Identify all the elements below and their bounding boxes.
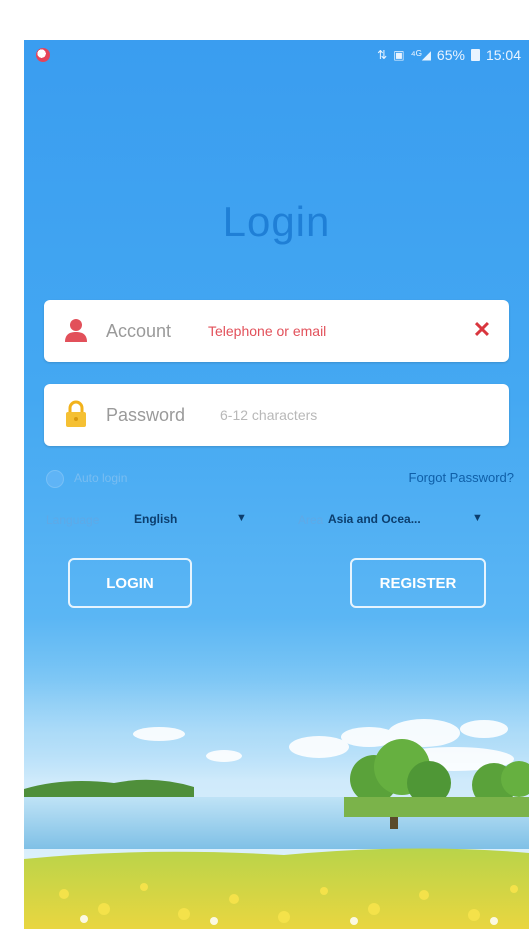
area-dropdown-icon[interactable]: ▼ (472, 512, 483, 524)
region-settings: Language English ▼ Area Asia and Ocea...… (44, 510, 514, 532)
password-field[interactable]: Password (44, 384, 509, 446)
page-title: Login (222, 198, 331, 245)
status-indicators: ⇅ ▣ ⁴ᴳ◢ 65% 15:04 (377, 47, 521, 63)
password-input[interactable] (220, 403, 460, 427)
phone-screen: ⇅ ▣ ⁴ᴳ◢ 65% 15:04 Login Account ✕ Passwo… (24, 40, 529, 929)
account-input[interactable] (208, 319, 448, 343)
account-field[interactable]: Account ✕ (44, 300, 509, 362)
lock-icon (66, 400, 86, 427)
language-select[interactable]: English (134, 512, 177, 526)
landscape-background-image (24, 659, 529, 929)
app-notification-icon (36, 48, 50, 62)
login-button[interactable]: LOGIN (68, 558, 192, 608)
register-button[interactable]: REGISTER (350, 558, 486, 608)
clear-account-icon[interactable]: ✕ (471, 319, 493, 341)
signal-icon: ⁴ᴳ◢ (410, 48, 431, 62)
auto-login-label[interactable]: Auto login (74, 471, 127, 485)
user-icon (65, 319, 87, 342)
status-bar: ⇅ ▣ ⁴ᴳ◢ 65% 15:04 (24, 40, 529, 70)
battery-icon (470, 49, 480, 61)
area-select[interactable]: Asia and Ocea... (328, 512, 421, 526)
language-dropdown-icon[interactable]: ▼ (236, 512, 247, 524)
password-label: Password (106, 405, 186, 425)
area-label: Area (298, 513, 324, 527)
sim-icon: ▣ (393, 48, 405, 62)
auto-login-checkbox[interactable] (46, 470, 64, 488)
language-label: Language (46, 513, 100, 527)
status-time: 15:04 (485, 47, 521, 63)
battery-percent: 65% (436, 47, 465, 63)
account-label: Account (106, 321, 172, 341)
forgot-password-link[interactable]: Forgot Password? (409, 470, 515, 485)
login-options: Auto login Forgot Password? (44, 468, 514, 490)
vibrate-icon: ⇅ (377, 48, 388, 62)
